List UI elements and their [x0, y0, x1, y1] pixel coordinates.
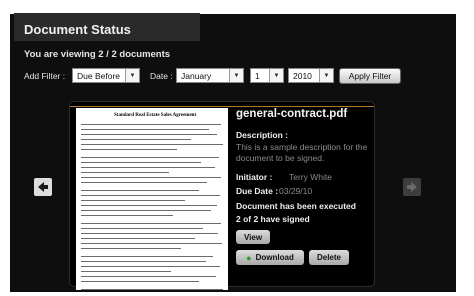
thumbnail-text-line: [81, 200, 185, 201]
thumbnail-text-line: [81, 162, 201, 163]
apply-filter-button[interactable]: Apply Filter: [339, 68, 401, 84]
page-title: Document Status: [24, 22, 131, 37]
date-label: Date :: [150, 71, 173, 81]
thumbnail-text-line: [81, 256, 213, 257]
month-value: January: [181, 70, 212, 81]
prev-document-button[interactable]: [34, 178, 52, 196]
thumbnail-text-line: [81, 215, 173, 216]
executed-status: Document has been executed: [236, 201, 356, 211]
day-select[interactable]: 1 ▼: [250, 68, 284, 83]
thumbnail-text-line: [81, 261, 206, 262]
dropdown-arrow-icon: ▼: [269, 69, 283, 82]
dropdown-arrow-icon: ▼: [229, 69, 243, 82]
document-filename: general-contract.pdf: [236, 108, 348, 120]
next-document-button[interactable]: [403, 178, 421, 196]
add-filter-label: Add Filter :: [24, 71, 66, 81]
thumbnail-text-line: [81, 289, 223, 290]
thumbnail-text-line: [81, 228, 203, 229]
signed-status: 2 of 2 have signed: [236, 214, 310, 224]
month-select[interactable]: January ▼: [176, 68, 244, 83]
description-text: This is a sample description for the doc…: [236, 142, 368, 163]
day-value: 1: [255, 70, 260, 81]
view-button[interactable]: View: [236, 230, 270, 244]
initiator-label: Initiator :: [236, 172, 273, 182]
thumbnail-text-line: [81, 266, 220, 267]
thumbnail-text-line: [81, 276, 216, 277]
year-value: 2010: [293, 70, 312, 81]
thumbnail-text-line: [81, 144, 223, 145]
description-label: Description :: [236, 130, 288, 140]
thumbnail-text-line: [81, 182, 207, 183]
next-arrow-icon: [407, 182, 417, 192]
download-button[interactable]: ● Download: [236, 250, 304, 265]
thumbnail-text-line: [81, 233, 218, 234]
thumbnail-text-line: [81, 172, 169, 173]
thumbnail-text-line: [81, 281, 199, 282]
thumbnail-text-line: [81, 149, 177, 150]
dropdown-arrow-icon: ▼: [125, 69, 139, 82]
dropdown-arrow-icon: ▼: [319, 69, 333, 82]
thumbnail-text-line: [81, 134, 217, 135]
due-date-label: Due Date :: [236, 186, 279, 196]
thumbnail-text-line: [81, 195, 220, 196]
card-accent-line: [70, 106, 374, 107]
year-select[interactable]: 2010 ▼: [288, 68, 334, 83]
thumbnail-text-line: [81, 271, 171, 272]
thumbnail-text-line: [81, 238, 195, 239]
delete-button[interactable]: Delete: [309, 250, 349, 265]
thumbnail-text-line: [81, 223, 221, 224]
thumbnail-text-line: [81, 243, 222, 244]
thumbnail-text-line: [81, 157, 219, 158]
viewing-count: You are viewing 2 / 2 documents: [24, 49, 171, 60]
document-thumbnail[interactable]: Standard Real Estate Sales Agreement: [76, 108, 228, 290]
thumbnail-text-line: [81, 210, 211, 211]
filter-type-select[interactable]: Due Before ▼: [72, 68, 140, 83]
thumbnail-text-line: [81, 177, 221, 178]
thumbnail-text-line: [81, 167, 215, 168]
filter-type-value: Due Before: [77, 70, 120, 81]
thumbnail-text-line: [81, 190, 199, 191]
thumbnail-text-line: [81, 205, 217, 206]
initiator-value: Terry White: [289, 172, 332, 182]
download-label: Download: [255, 253, 294, 262]
thumbnail-text-line: [81, 248, 181, 249]
prev-arrow-icon: [38, 182, 48, 192]
plus-icon: ●: [246, 252, 252, 263]
thumbnail-text-line: [81, 124, 221, 125]
due-date-value: 03/29/10: [279, 186, 313, 196]
thumbnail-heading: Standard Real Estate Sales Agreement: [114, 113, 197, 118]
thumbnail-text-line: [81, 139, 191, 140]
thumbnail-text-line: [81, 129, 209, 130]
